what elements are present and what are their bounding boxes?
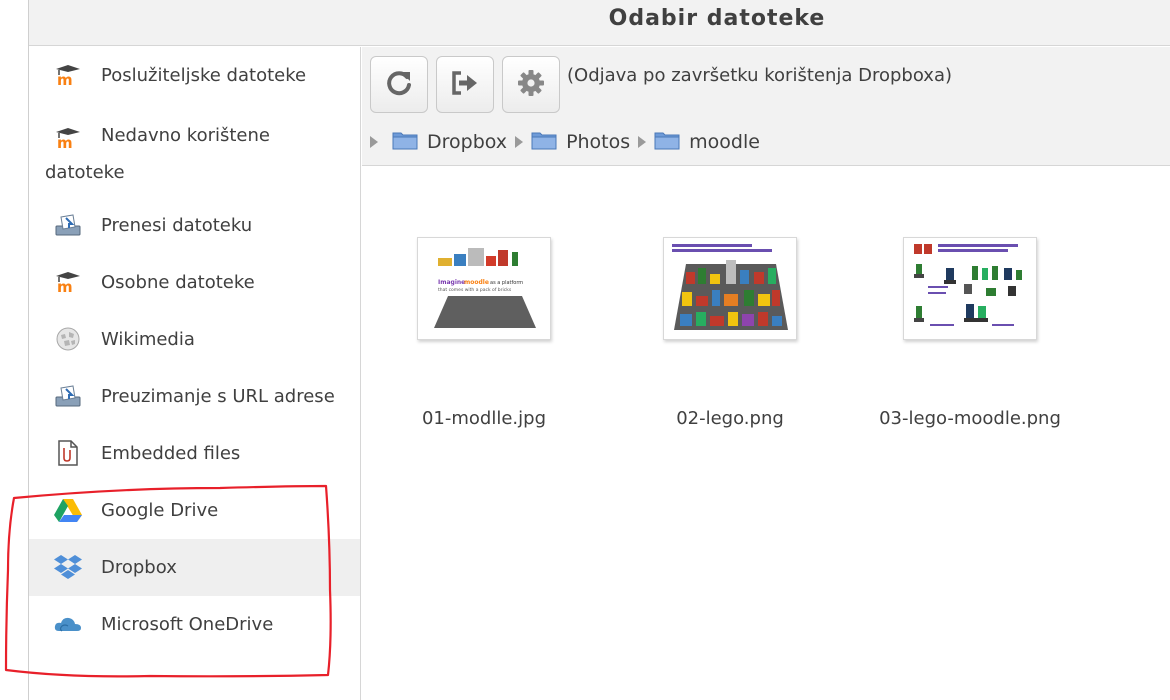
- url-download-icon: [51, 381, 85, 411]
- moodle-icon: m: [51, 123, 85, 153]
- sidebar-item-label: Poslužiteljske datoteke: [101, 65, 307, 86]
- file-browser-panel: (Odjava po završetku korištenja Dropboxa…: [362, 47, 1170, 700]
- sidebar-item-embedded-files[interactable]: Embedded files: [29, 425, 360, 482]
- sidebar-item-private-files[interactable]: m Osobne datoteke: [29, 254, 360, 311]
- sidebar-item-label-cont: datoteke: [45, 162, 125, 183]
- file-picker-dialog: Odabir datoteke m Poslužiteljske datotek…: [28, 0, 1170, 700]
- svg-text:m: m: [57, 134, 73, 149]
- file-item[interactable]: 03-lego-moodle.png: [870, 237, 1070, 429]
- file-thumbnail: Imagine moodle as a platform that comes wit…: [417, 237, 551, 340]
- file-item[interactable]: 02-lego.png: [630, 237, 830, 429]
- refresh-button[interactable]: [370, 56, 428, 113]
- dialog-title: Odabir datoteke: [608, 6, 826, 31]
- file-name: 03-lego-moodle.png: [879, 408, 1061, 429]
- logout-hint-text: (Odjava po završetku korištenja Dropboxa…: [567, 65, 953, 86]
- logout-button[interactable]: [436, 56, 494, 113]
- sidebar-item-recent-files[interactable]: m Nedavno korištene datoteke: [29, 104, 360, 197]
- sidebar-item-wikimedia[interactable]: Wikimedia: [29, 311, 360, 368]
- dialog-header: Odabir datoteke: [29, 0, 1170, 46]
- sidebar-item-label: Preuzimanje s URL adrese: [101, 386, 335, 407]
- svg-text:that comes with a pack of bric: that comes with a pack of bricks: [438, 287, 512, 293]
- file-item[interactable]: Imagine moodle as a platform that comes wit…: [384, 237, 584, 429]
- sidebar-item-label: Prenesi datoteku: [101, 215, 253, 236]
- file-thumbnail: [663, 237, 797, 340]
- sidebar-item-google-drive[interactable]: Google Drive: [29, 482, 360, 539]
- breadcrumb: Dropbox Photos moodle: [370, 129, 760, 155]
- sidebar-item-dropbox[interactable]: Dropbox: [29, 539, 360, 596]
- repository-sidebar: m Poslužiteljske datoteke m Nedavno kori…: [29, 47, 361, 700]
- breadcrumb-item-photos[interactable]: Photos: [531, 130, 630, 155]
- moodle-icon: m: [51, 60, 85, 90]
- breadcrumb-separator: [370, 136, 378, 148]
- file-name: 01-modlle.jpg: [421, 408, 547, 429]
- svg-text:moodle: moodle: [464, 279, 489, 286]
- folder-icon: [392, 130, 418, 155]
- settings-button[interactable]: [502, 56, 560, 113]
- dropbox-icon: [51, 552, 85, 582]
- breadcrumb-label: moodle: [689, 131, 760, 153]
- gear-icon: [516, 68, 546, 102]
- sidebar-item-label: Embedded files: [101, 443, 241, 464]
- breadcrumb-label: Photos: [566, 131, 631, 153]
- onedrive-icon: [51, 609, 85, 639]
- folder-icon: [654, 130, 680, 155]
- file-list: Imagine moodle as a platform that comes wit…: [362, 167, 1170, 700]
- file-name: 02-lego.png: [676, 408, 784, 429]
- file-toolbar: (Odjava po završetku korištenja Dropboxa…: [362, 47, 1170, 166]
- wikimedia-icon: [51, 324, 85, 354]
- svg-text:m: m: [57, 71, 73, 86]
- sidebar-item-label: Nedavno korištene: [101, 125, 270, 146]
- folder-icon: [531, 130, 557, 155]
- sidebar-item-label: Microsoft OneDrive: [101, 614, 274, 635]
- sidebar-item-upload[interactable]: Prenesi datoteku: [29, 197, 360, 254]
- logout-icon: [450, 68, 480, 102]
- google-drive-icon: [51, 495, 85, 525]
- sidebar-item-label: Wikimedia: [101, 329, 195, 350]
- sidebar-item-server-files[interactable]: m Poslužiteljske datoteke: [29, 47, 360, 104]
- breadcrumb-item-dropbox[interactable]: Dropbox: [392, 130, 507, 155]
- svg-text:as a platform: as a platform: [490, 280, 523, 286]
- upload-icon: [51, 210, 85, 240]
- embedded-files-icon: [51, 438, 85, 468]
- breadcrumb-label: Dropbox: [427, 131, 508, 153]
- sidebar-item-label: Google Drive: [101, 500, 219, 521]
- sidebar-item-label: Osobne datoteke: [101, 272, 255, 293]
- file-thumbnail: [903, 237, 1037, 340]
- sidebar-item-url-download[interactable]: Preuzimanje s URL adrese: [29, 368, 360, 425]
- svg-text:m: m: [57, 278, 73, 293]
- moodle-icon: m: [51, 267, 85, 297]
- sidebar-item-onedrive[interactable]: Microsoft OneDrive: [29, 596, 360, 653]
- breadcrumb-separator: [638, 136, 647, 148]
- breadcrumb-separator: [515, 136, 524, 148]
- breadcrumb-item-moodle[interactable]: moodle: [654, 130, 760, 155]
- svg-text:Imagine: Imagine: [438, 279, 465, 286]
- refresh-icon: [384, 68, 414, 102]
- sidebar-item-label: Dropbox: [101, 557, 177, 578]
